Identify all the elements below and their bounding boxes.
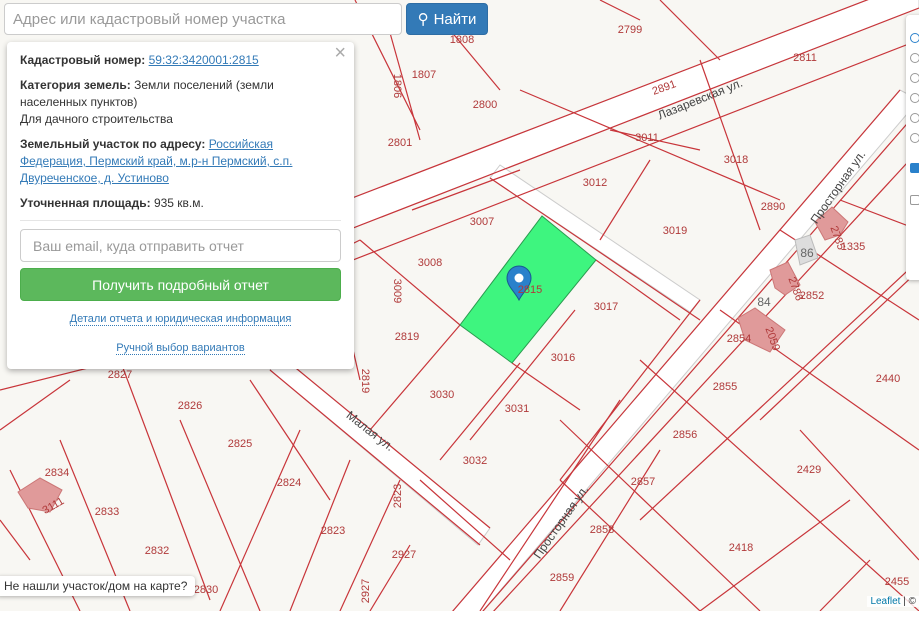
search-button[interactable]: ⚲ Найти (406, 3, 488, 35)
parcel-label: 3031 (504, 403, 530, 415)
get-report-button[interactable]: Получить подробный отчет (20, 268, 341, 301)
parcel-label: 2927 (391, 549, 417, 561)
parcel-label: 2823 (320, 525, 346, 537)
parcel-label: 3030 (429, 389, 455, 401)
parcel-label: 2830 (193, 584, 219, 596)
road-malaya (269, 354, 491, 546)
parcel-label: 1806 (391, 73, 404, 99)
parcel-boundary (559, 419, 761, 611)
search-button-label: Найти (433, 10, 477, 28)
parcel-label: 3017 (593, 301, 619, 313)
email-input[interactable] (20, 229, 341, 262)
parcel-label: 3019 (662, 225, 688, 237)
parcel-label: 3011 (635, 132, 659, 144)
parcel-label: 2819 (394, 331, 420, 343)
attribution-sep: | © (900, 596, 916, 607)
parcel-boundary (799, 429, 919, 561)
leaflet-link[interactable]: Leaflet (870, 596, 900, 607)
search-input[interactable] (4, 3, 402, 35)
parcel-label: 3032 (462, 455, 488, 467)
parcel-boundary (699, 499, 851, 611)
area-label: Уточненная площадь: (20, 196, 151, 210)
house-number: 86 (800, 246, 814, 260)
parcel-label: 2824 (276, 477, 302, 489)
parcel-popup: × Кадастровый номер: 59:32:3420001:2815 … (7, 42, 354, 369)
parcel-label: 2927 (360, 578, 373, 604)
parcel-label: 2799 (617, 24, 643, 36)
parcel-label: 2815 (517, 284, 543, 296)
layers-panel[interactable] (906, 15, 919, 280)
layer-radio[interactable] (910, 53, 919, 63)
parcel-label: 2890 (760, 201, 786, 213)
parcel-boundary (639, 359, 919, 611)
layer-radio[interactable] (910, 133, 919, 143)
area-value: 935 кв.м. (153, 196, 204, 210)
parcel-label: 3018 (723, 154, 749, 166)
parcel-boundary (599, 0, 641, 21)
parcel-label: 2826 (177, 400, 203, 412)
attribution: Leaflet | © (867, 596, 919, 607)
parcel-label: 2832 (144, 545, 170, 557)
parcel-label: 2858 (589, 524, 615, 536)
parcel-label: 2823 (392, 483, 405, 509)
divider (20, 220, 341, 221)
parcel-boundary (219, 429, 301, 611)
parcel-label: 2811 (793, 52, 817, 64)
land-use: Для дачного строительства (20, 112, 173, 126)
search-icon: ⚲ (417, 11, 429, 28)
parcel-label: 2418 (728, 542, 754, 554)
address-label: Земельный участок по адресу: (20, 137, 206, 151)
parcel-label: 2854 (726, 333, 752, 345)
parcel-label: 2819 (359, 368, 372, 394)
house-number: 84 (757, 295, 771, 309)
parcel-boundary (819, 559, 871, 611)
parcel-label: 2800 (472, 99, 498, 111)
parcel-label: 2827 (107, 369, 133, 381)
layer-radio[interactable] (910, 93, 919, 103)
parcel-label: 2825 (227, 438, 253, 450)
parcel-label: 2455 (884, 576, 910, 588)
parcel-boundary (419, 479, 511, 561)
parcel-label: 3012 (582, 177, 608, 189)
layer-radio[interactable] (910, 113, 919, 123)
parcel-boundary (599, 159, 651, 241)
parcel-label: 3016 (550, 352, 576, 364)
parcel-boundary (559, 299, 701, 481)
layer-checkbox[interactable] (910, 195, 919, 205)
parcel-boundary (0, 519, 31, 561)
manual-selection-link[interactable]: Ручной выбор вариантов (116, 342, 245, 355)
parcel-label: 2856 (672, 429, 698, 441)
parcel-label: 2855 (712, 381, 738, 393)
report-details-link[interactable]: Детали отчета и юридическая информация (69, 313, 292, 326)
cadastral-number-link[interactable]: 59:32:3420001:2815 (149, 53, 259, 67)
parcel-label: 3008 (417, 257, 443, 269)
parcel-label: 2429 (796, 464, 822, 476)
parcel-label: 2859 (549, 572, 575, 584)
parcel-label: 1807 (411, 69, 437, 81)
layer-checkbox[interactable] (910, 163, 919, 173)
close-icon[interactable]: × (334, 43, 346, 63)
parcel-label: 1808 (449, 34, 475, 46)
parcel-boundary (359, 239, 461, 326)
parcel-label: 2801 (387, 137, 413, 149)
not-found-button[interactable]: Не нашли участок/дом на карте? (0, 576, 196, 596)
parcel-boundary (119, 359, 211, 601)
parcel-label: 2440 (875, 373, 901, 385)
parcel-label: 2857 (630, 476, 656, 488)
parcel-label: 2834 (44, 467, 70, 479)
category-label: Категория земель: (20, 78, 131, 92)
parcel-label: 3009 (391, 278, 404, 304)
parcel-label: 3007 (469, 216, 495, 228)
parcel-boundary (659, 0, 721, 61)
layer-radio[interactable] (910, 33, 919, 43)
cadastral-label: Кадастровый номер: (20, 53, 146, 67)
parcel-label: 2833 (94, 506, 120, 518)
layer-radio[interactable] (910, 73, 919, 83)
